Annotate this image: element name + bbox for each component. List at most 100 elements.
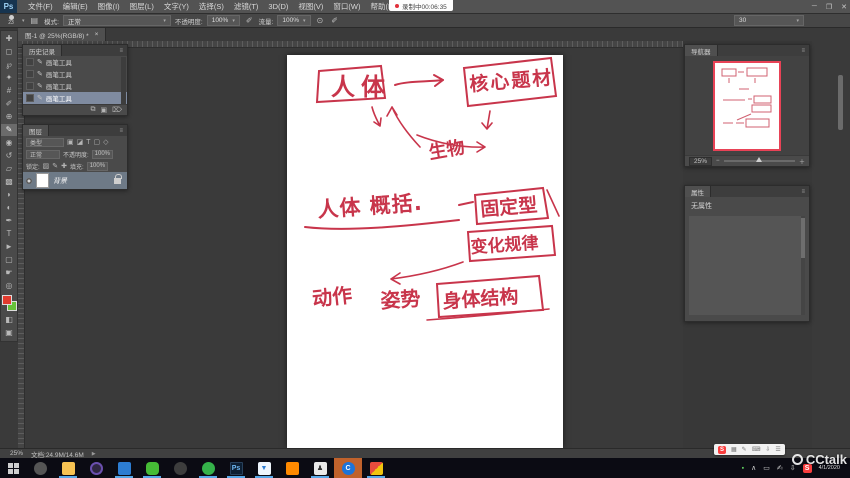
properties-tab[interactable]: 属性 bbox=[685, 186, 711, 197]
eraser-tool[interactable]: ▱ bbox=[1, 163, 17, 175]
taskbar-green-app[interactable] bbox=[194, 458, 222, 478]
brush-preset-picker[interactable]: 23 bbox=[4, 15, 18, 26]
history-item[interactable]: ✎ 画笔工具 bbox=[23, 68, 127, 80]
menu-view[interactable]: 视图(V) bbox=[293, 0, 328, 13]
document-tab[interactable]: 图-1 @ 25%(RGB/8) * × bbox=[18, 28, 106, 41]
zoom-out-icon[interactable]: − bbox=[716, 158, 720, 164]
zoom-tool[interactable]: ◎ bbox=[1, 280, 17, 292]
menu-type[interactable]: 文字(Y) bbox=[159, 0, 194, 13]
restore-icon[interactable]: ❐ bbox=[826, 3, 832, 11]
taskbar-browser-app[interactable] bbox=[82, 458, 110, 478]
minimize-icon[interactable]: ─ bbox=[812, 3, 817, 10]
taskbar-orange-app[interactable] bbox=[278, 458, 306, 478]
eyedropper-tool[interactable]: ✐ bbox=[1, 98, 17, 110]
sogou-tray-icon[interactable]: S bbox=[803, 464, 812, 473]
history-item[interactable]: ✎ 画笔工具 bbox=[23, 56, 127, 68]
tray-window-icon[interactable]: ▭ bbox=[763, 464, 770, 472]
screen-mode-icon[interactable]: ▣ bbox=[1, 327, 17, 339]
history-source-checkbox[interactable] bbox=[26, 94, 34, 102]
opacity-input[interactable]: 100% ▾ bbox=[207, 15, 240, 26]
new-snapshot-icon[interactable]: ▣ bbox=[100, 106, 107, 114]
slider-thumb[interactable] bbox=[756, 157, 762, 162]
path-select-tool[interactable]: ► bbox=[1, 241, 17, 253]
start-button[interactable] bbox=[0, 458, 26, 478]
airbrush-icon[interactable]: ⊙ bbox=[315, 16, 326, 25]
new-document-from-state-icon[interactable]: ⧉ bbox=[90, 106, 95, 114]
layers-tab[interactable]: 图层 bbox=[23, 125, 49, 136]
sogou-keyboard-icon[interactable]: ⌨ bbox=[752, 446, 761, 453]
filter-type-icon[interactable]: T bbox=[86, 139, 90, 146]
chevron-down-icon[interactable]: ▾ bbox=[22, 18, 25, 24]
taskbar-wechat[interactable] bbox=[138, 458, 166, 478]
layer-fill-input[interactable]: 100% bbox=[87, 162, 108, 171]
healing-brush-tool[interactable]: ⊕ bbox=[1, 111, 17, 123]
taskbar-cctalk-active[interactable]: C bbox=[334, 458, 362, 478]
tray-pen-icon[interactable]: ✍ bbox=[777, 464, 783, 472]
history-source-checkbox[interactable] bbox=[26, 82, 34, 90]
taskbar-sketch-app[interactable]: ♟ bbox=[306, 458, 334, 478]
tray-network-icon[interactable]: ⇩ bbox=[790, 464, 796, 472]
taskbar-dark-app[interactable] bbox=[166, 458, 194, 478]
taskbar-colorful-app[interactable] bbox=[362, 458, 390, 478]
filter-adjustment-icon[interactable]: ◪ bbox=[77, 138, 84, 146]
history-brush-tool[interactable]: ↺ bbox=[1, 150, 17, 162]
flow-input[interactable]: 100% ▾ bbox=[277, 15, 310, 26]
menu-window[interactable]: 窗口(W) bbox=[328, 0, 365, 13]
history-source-checkbox[interactable] bbox=[26, 58, 34, 66]
delete-state-icon[interactable]: ⌦ bbox=[112, 106, 122, 114]
navigator-zoom-value[interactable]: 25% bbox=[689, 157, 712, 166]
brush-settings-icon[interactable]: ▤ bbox=[29, 16, 41, 25]
brush-tool[interactable]: ✎ bbox=[1, 124, 17, 136]
navigator-thumbnail[interactable] bbox=[715, 63, 779, 149]
status-zoom-value[interactable]: 25% bbox=[10, 450, 23, 457]
dock-scrollbar[interactable] bbox=[838, 75, 843, 130]
taskbar-photoshop[interactable]: Ps bbox=[222, 458, 250, 478]
tab-close-icon[interactable]: × bbox=[95, 31, 99, 38]
lock-position-icon[interactable]: ✚ bbox=[61, 162, 67, 170]
color-swatches[interactable] bbox=[1, 295, 17, 311]
quick-mask-icon[interactable]: ◧ bbox=[1, 314, 17, 326]
type-tool[interactable]: T bbox=[1, 228, 17, 240]
smoothing-select[interactable]: 30 ▾ bbox=[734, 15, 804, 26]
menu-select[interactable]: 选择(S) bbox=[194, 0, 229, 13]
taskbar-search-app[interactable] bbox=[26, 458, 54, 478]
panel-menu-icon[interactable]: ≡ bbox=[801, 189, 809, 195]
foreground-color-swatch[interactable] bbox=[2, 295, 12, 305]
taskbar-video-app[interactable] bbox=[110, 458, 138, 478]
menu-edit[interactable]: 编辑(E) bbox=[58, 0, 93, 13]
lock-transparency-icon[interactable]: ▨ bbox=[43, 162, 50, 170]
filter-pixel-icon[interactable]: ▣ bbox=[67, 138, 74, 146]
move-tool[interactable]: ✚ bbox=[1, 33, 17, 45]
smoothing-icon[interactable]: ✐ bbox=[329, 16, 340, 25]
gradient-tool[interactable]: ▩ bbox=[1, 176, 17, 188]
menu-file[interactable]: 文件(F) bbox=[23, 0, 58, 13]
panel-menu-icon[interactable]: ≡ bbox=[801, 48, 809, 54]
history-item-selected[interactable]: ✎ 画笔工具 bbox=[23, 92, 127, 104]
close-icon[interactable]: ✕ bbox=[841, 3, 847, 11]
filter-shape-icon[interactable]: ▢ bbox=[94, 138, 101, 146]
layer-row-background[interactable]: 背景 bbox=[23, 172, 127, 189]
navigator-zoom-slider[interactable] bbox=[724, 160, 795, 162]
sogou-grid-icon[interactable]: ▦ bbox=[731, 446, 737, 453]
lock-pixels-icon[interactable]: ✎ bbox=[52, 162, 58, 170]
history-tab[interactable]: 历史记录 bbox=[23, 45, 62, 56]
blur-tool[interactable]: ◗ bbox=[1, 189, 17, 201]
menu-image[interactable]: 图像(I) bbox=[93, 0, 125, 13]
shape-tool[interactable]: ▢ bbox=[1, 254, 17, 266]
blend-mode-select[interactable]: 正常 ▾ bbox=[63, 15, 171, 26]
taskbar-thunder-app[interactable]: ▼ bbox=[250, 458, 278, 478]
sogou-menu-icon[interactable]: ☰ bbox=[775, 446, 780, 453]
hand-tool[interactable]: ☛ bbox=[1, 267, 17, 279]
pen-tool[interactable]: ✒ bbox=[1, 215, 17, 227]
layer-thumbnail[interactable] bbox=[36, 173, 49, 188]
history-source-checkbox[interactable] bbox=[26, 70, 34, 78]
sogou-logo-icon[interactable]: S bbox=[718, 446, 726, 454]
visibility-eye-icon[interactable] bbox=[26, 178, 32, 184]
crop-tool[interactable]: # bbox=[1, 85, 17, 97]
blend-mode-select[interactable]: 正常 bbox=[26, 150, 60, 159]
layer-opacity-input[interactable]: 100% bbox=[92, 150, 113, 159]
menu-3d[interactable]: 3D(D) bbox=[263, 0, 293, 13]
tray-expand-icon[interactable]: ∧ bbox=[751, 464, 756, 472]
sogou-pen-icon[interactable]: ✎ bbox=[742, 446, 747, 453]
taskbar-date[interactable]: 4/1/2020 bbox=[819, 465, 844, 471]
